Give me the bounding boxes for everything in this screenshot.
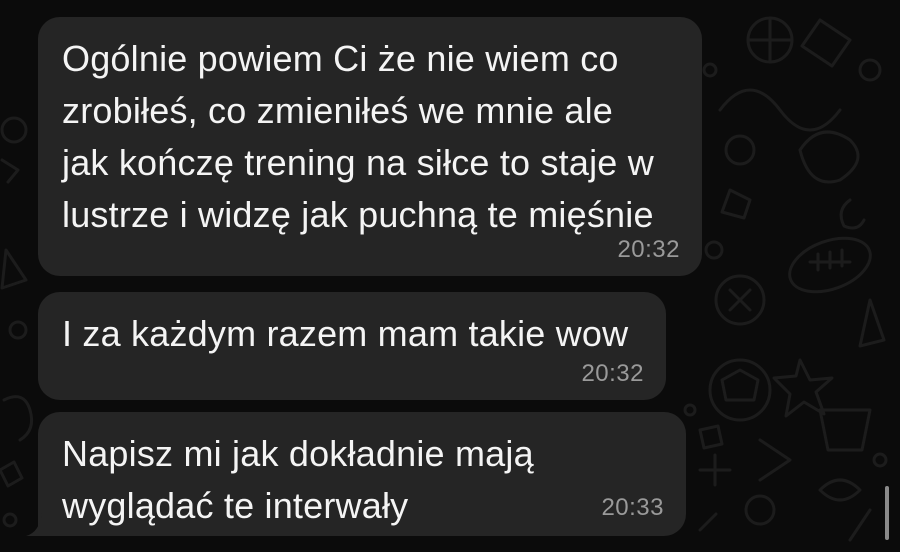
bubble-tail-icon [26, 512, 50, 536]
message-text: I za każdym razem mam takie wow [62, 313, 629, 354]
chat-view[interactable]: Ogólnie powiem Ci że nie wiem co zrobiłe… [0, 0, 900, 552]
scrollbar-thumb[interactable] [885, 486, 889, 540]
message-timestamp: 20:32 [617, 236, 680, 263]
message-bubble[interactable]: Ogólnie powiem Ci że nie wiem co zrobiłe… [38, 17, 702, 276]
message-timestamp: 20:33 [601, 494, 664, 521]
message-bubble[interactable]: I za każdym razem mam takie wow 20:32 [38, 292, 666, 400]
message-bubble[interactable]: Napisz mi jak dokładnie mają wyglądać te… [38, 412, 686, 536]
message-text: Napisz mi jak dokładnie mają wyglądać te… [62, 433, 534, 526]
message-timestamp: 20:32 [581, 360, 644, 387]
message-text: Ogólnie powiem Ci że nie wiem co zrobiłe… [62, 38, 654, 235]
